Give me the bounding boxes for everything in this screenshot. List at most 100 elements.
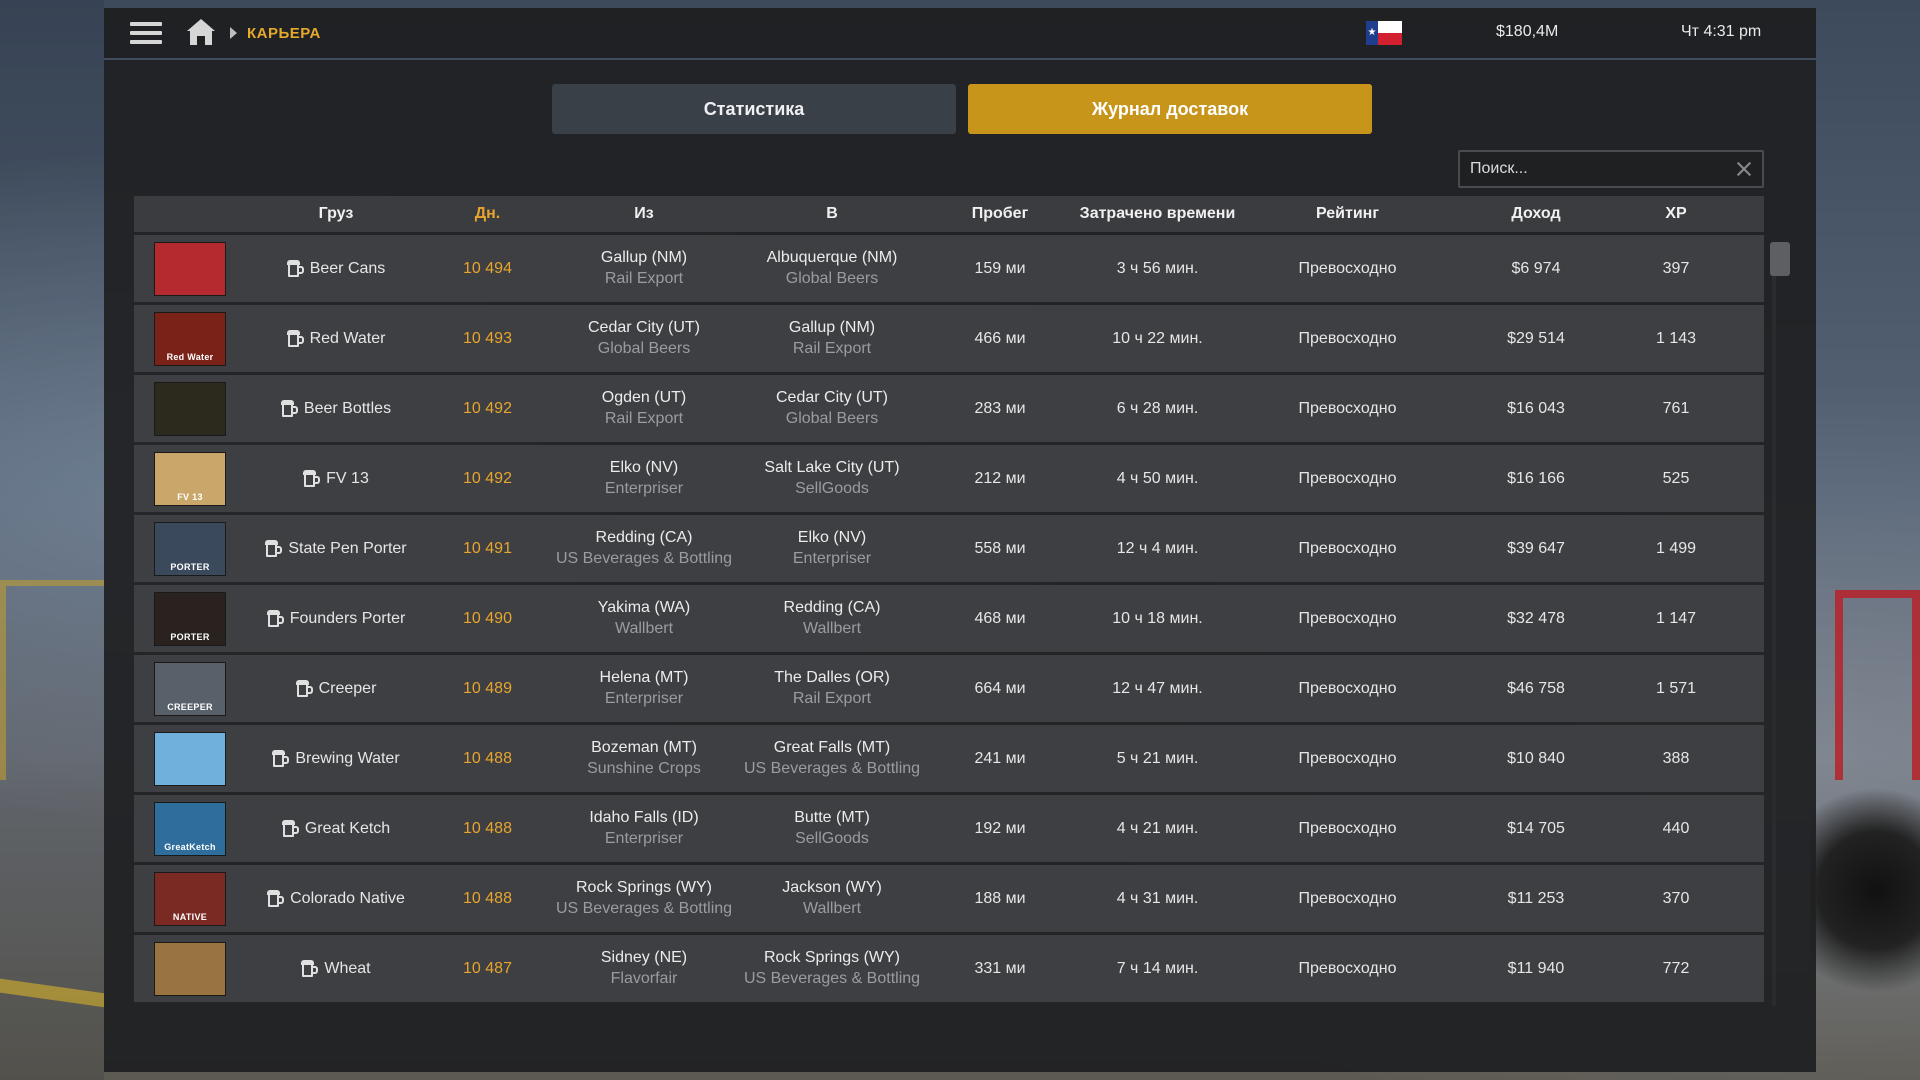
origin-cell: Cedar City (UT) Global Beers: [549, 319, 739, 358]
search-input[interactable]: [1460, 152, 1762, 186]
cargo-thumbnail: PORTER: [154, 521, 226, 576]
destination-cell: Jackson (WY) Wallbert: [739, 879, 925, 918]
header-xp[interactable]: XP: [1617, 205, 1735, 223]
table-row[interactable]: Brewing Water 10 488 Bozeman (MT) Sunshine …: [134, 725, 1764, 792]
cargo-cell: Brewing Water: [246, 749, 426, 768]
tab-statistics[interactable]: Статистика: [552, 84, 956, 134]
header-cargo[interactable]: Груз: [246, 205, 426, 223]
origin-city: Idaho Falls (ID): [589, 809, 699, 826]
destination-company: Wallbert: [802, 620, 862, 637]
origin-cell: Rock Springs (WY) US Beverages & Bottling: [549, 879, 739, 918]
cargo-cell: Beer Cans: [246, 259, 426, 278]
header-distance[interactable]: Пробег: [925, 205, 1075, 223]
home-icon[interactable]: [186, 19, 216, 47]
cargo-cell: FV 13: [246, 469, 426, 488]
cargo-name: Red Water: [309, 329, 386, 347]
money-balance: $180,4M: [1496, 23, 1559, 40]
header-income[interactable]: Доход: [1455, 205, 1617, 223]
time-value: 4 ч 50 мин.: [1116, 469, 1199, 487]
header-from[interactable]: Из: [549, 205, 739, 223]
close-icon[interactable]: [1736, 161, 1752, 177]
background-truck-wheel: [1810, 760, 1920, 1020]
cargo-name: State Pen Porter: [288, 539, 407, 557]
income-value: $29 514: [1507, 329, 1565, 347]
origin-cell: Ogden (UT) Rail Export: [549, 389, 739, 428]
origin-cell: Helena (MT) Enterpriser: [549, 669, 739, 708]
destination-company: Rail Export: [792, 340, 872, 357]
cargo-cell: Founders Porter: [246, 609, 426, 628]
origin-city: Ogden (UT): [601, 389, 687, 406]
income-value: $32 478: [1507, 609, 1565, 627]
destination-cell: Rock Springs (WY) US Beverages & Bottling: [739, 949, 925, 988]
distance-value: 558 ми: [974, 539, 1026, 557]
header-rating[interactable]: Рейтинг: [1240, 205, 1455, 223]
header-to[interactable]: В: [739, 205, 925, 223]
background-shelf-left: [0, 580, 105, 780]
xp-value: 761: [1662, 399, 1690, 417]
header-days[interactable]: Дн.: [426, 205, 549, 223]
xp-value: 525: [1662, 469, 1690, 487]
tab-delivery-log[interactable]: Журнал доставок: [968, 84, 1372, 134]
cargo-thumbnail-cell: FV 13: [134, 451, 246, 506]
income-value: $46 758: [1507, 679, 1565, 697]
scrollbar-thumb[interactable]: [1770, 242, 1790, 276]
cargo-thumbnail-label: PORTER: [170, 631, 210, 642]
origin-company: Enterpriser: [604, 830, 684, 847]
table-row[interactable]: Beer Cans 10 494 Gallup (NM) Rail Export Alb…: [134, 235, 1764, 302]
cargo-thumbnail: FV 13: [154, 451, 226, 506]
rating-value: Превосходно: [1298, 819, 1397, 837]
income-value: $10 840: [1507, 749, 1565, 767]
header-time[interactable]: Затрачено времени: [1075, 205, 1240, 223]
cargo-thumbnail: [154, 941, 226, 996]
table-row[interactable]: NATIVE Colorado Native 10 488 Rock Springs …: [134, 865, 1764, 932]
origin-city: Helena (MT): [599, 669, 689, 686]
days-value: 10 489: [463, 679, 512, 697]
scrollbar-track[interactable]: [1772, 256, 1776, 1006]
origin-cell: Gallup (NM) Rail Export: [549, 249, 739, 288]
cargo-cell: Red Water: [246, 329, 426, 348]
cargo-name: Wheat: [324, 959, 371, 977]
rating-value: Превосходно: [1298, 679, 1397, 697]
texas-flag-icon: ★: [1366, 21, 1402, 45]
destination-company: US Beverages & Bottling: [743, 760, 921, 777]
cargo-thumbnail: [154, 381, 226, 436]
table-row[interactable]: PORTER State Pen Porter 10 491 Redding (CA)…: [134, 515, 1764, 582]
table-row[interactable]: GreatKetch Great Ketch 10 488 Idaho Falls (…: [134, 795, 1764, 862]
cargo-thumbnail: Red Water: [154, 311, 226, 366]
income-value: $11 253: [1507, 889, 1565, 907]
beer-mug-icon: [267, 889, 285, 908]
destination-city: Great Falls (MT): [773, 739, 891, 756]
cargo-thumbnail-label: NATIVE: [172, 911, 208, 922]
origin-company: US Beverages & Bottling: [555, 900, 733, 917]
table-row[interactable]: Wheat 10 487 Sidney (NE) Flavorfair Rock Spr…: [134, 935, 1764, 1002]
destination-company: Enterpriser: [792, 550, 872, 567]
table-row[interactable]: Red Water Red Water 10 493 Cedar City (UT) G…: [134, 305, 1764, 372]
cargo-thumbnail-cell: [134, 381, 246, 436]
table-row[interactable]: CREEPER Creeper 10 489 Helena (MT) Enterpris…: [134, 655, 1764, 722]
destination-city: Jackson (WY): [782, 879, 882, 896]
cargo-thumbnail-label: FV 13: [177, 491, 203, 502]
rating-value: Превосходно: [1298, 959, 1397, 977]
cargo-thumbnail-cell: Red Water: [134, 311, 246, 366]
destination-city: Butte (MT): [794, 809, 870, 826]
breadcrumb[interactable]: КАРЬЕРА: [247, 25, 321, 42]
rating-value: Превосходно: [1298, 889, 1397, 907]
table-row[interactable]: Beer Bottles 10 492 Ogden (UT) Rail Export C…: [134, 375, 1764, 442]
destination-cell: Gallup (NM) Rail Export: [739, 319, 925, 358]
destination-cell: Albuquerque (NM) Global Beers: [739, 249, 925, 288]
origin-company: Global Beers: [597, 340, 691, 357]
destination-cell: Redding (CA) Wallbert: [739, 599, 925, 638]
distance-value: 664 ми: [974, 679, 1026, 697]
time-value: 6 ч 28 мин.: [1116, 399, 1199, 417]
top-bar: КАРЬЕРА ★ $180,4M Чт 4:31 pm: [104, 8, 1816, 58]
origin-company: Wallbert: [614, 620, 674, 637]
table-row[interactable]: PORTER Founders Porter 10 490 Yakima (WA) Wa…: [134, 585, 1764, 652]
distance-value: 283 ми: [974, 399, 1026, 417]
hamburger-menu-icon[interactable]: [130, 20, 164, 46]
table-row[interactable]: FV 13 FV 13 10 492 Elko (NV) Enterpriser Salt…: [134, 445, 1764, 512]
cargo-thumbnail-label: GreatKetch: [164, 841, 216, 852]
table-body: Beer Cans 10 494 Gallup (NM) Rail Export Alb…: [134, 235, 1764, 1002]
distance-value: 192 ми: [974, 819, 1026, 837]
origin-cell: Elko (NV) Enterpriser: [549, 459, 739, 498]
cargo-thumbnail-label: CREEPER: [167, 701, 213, 712]
